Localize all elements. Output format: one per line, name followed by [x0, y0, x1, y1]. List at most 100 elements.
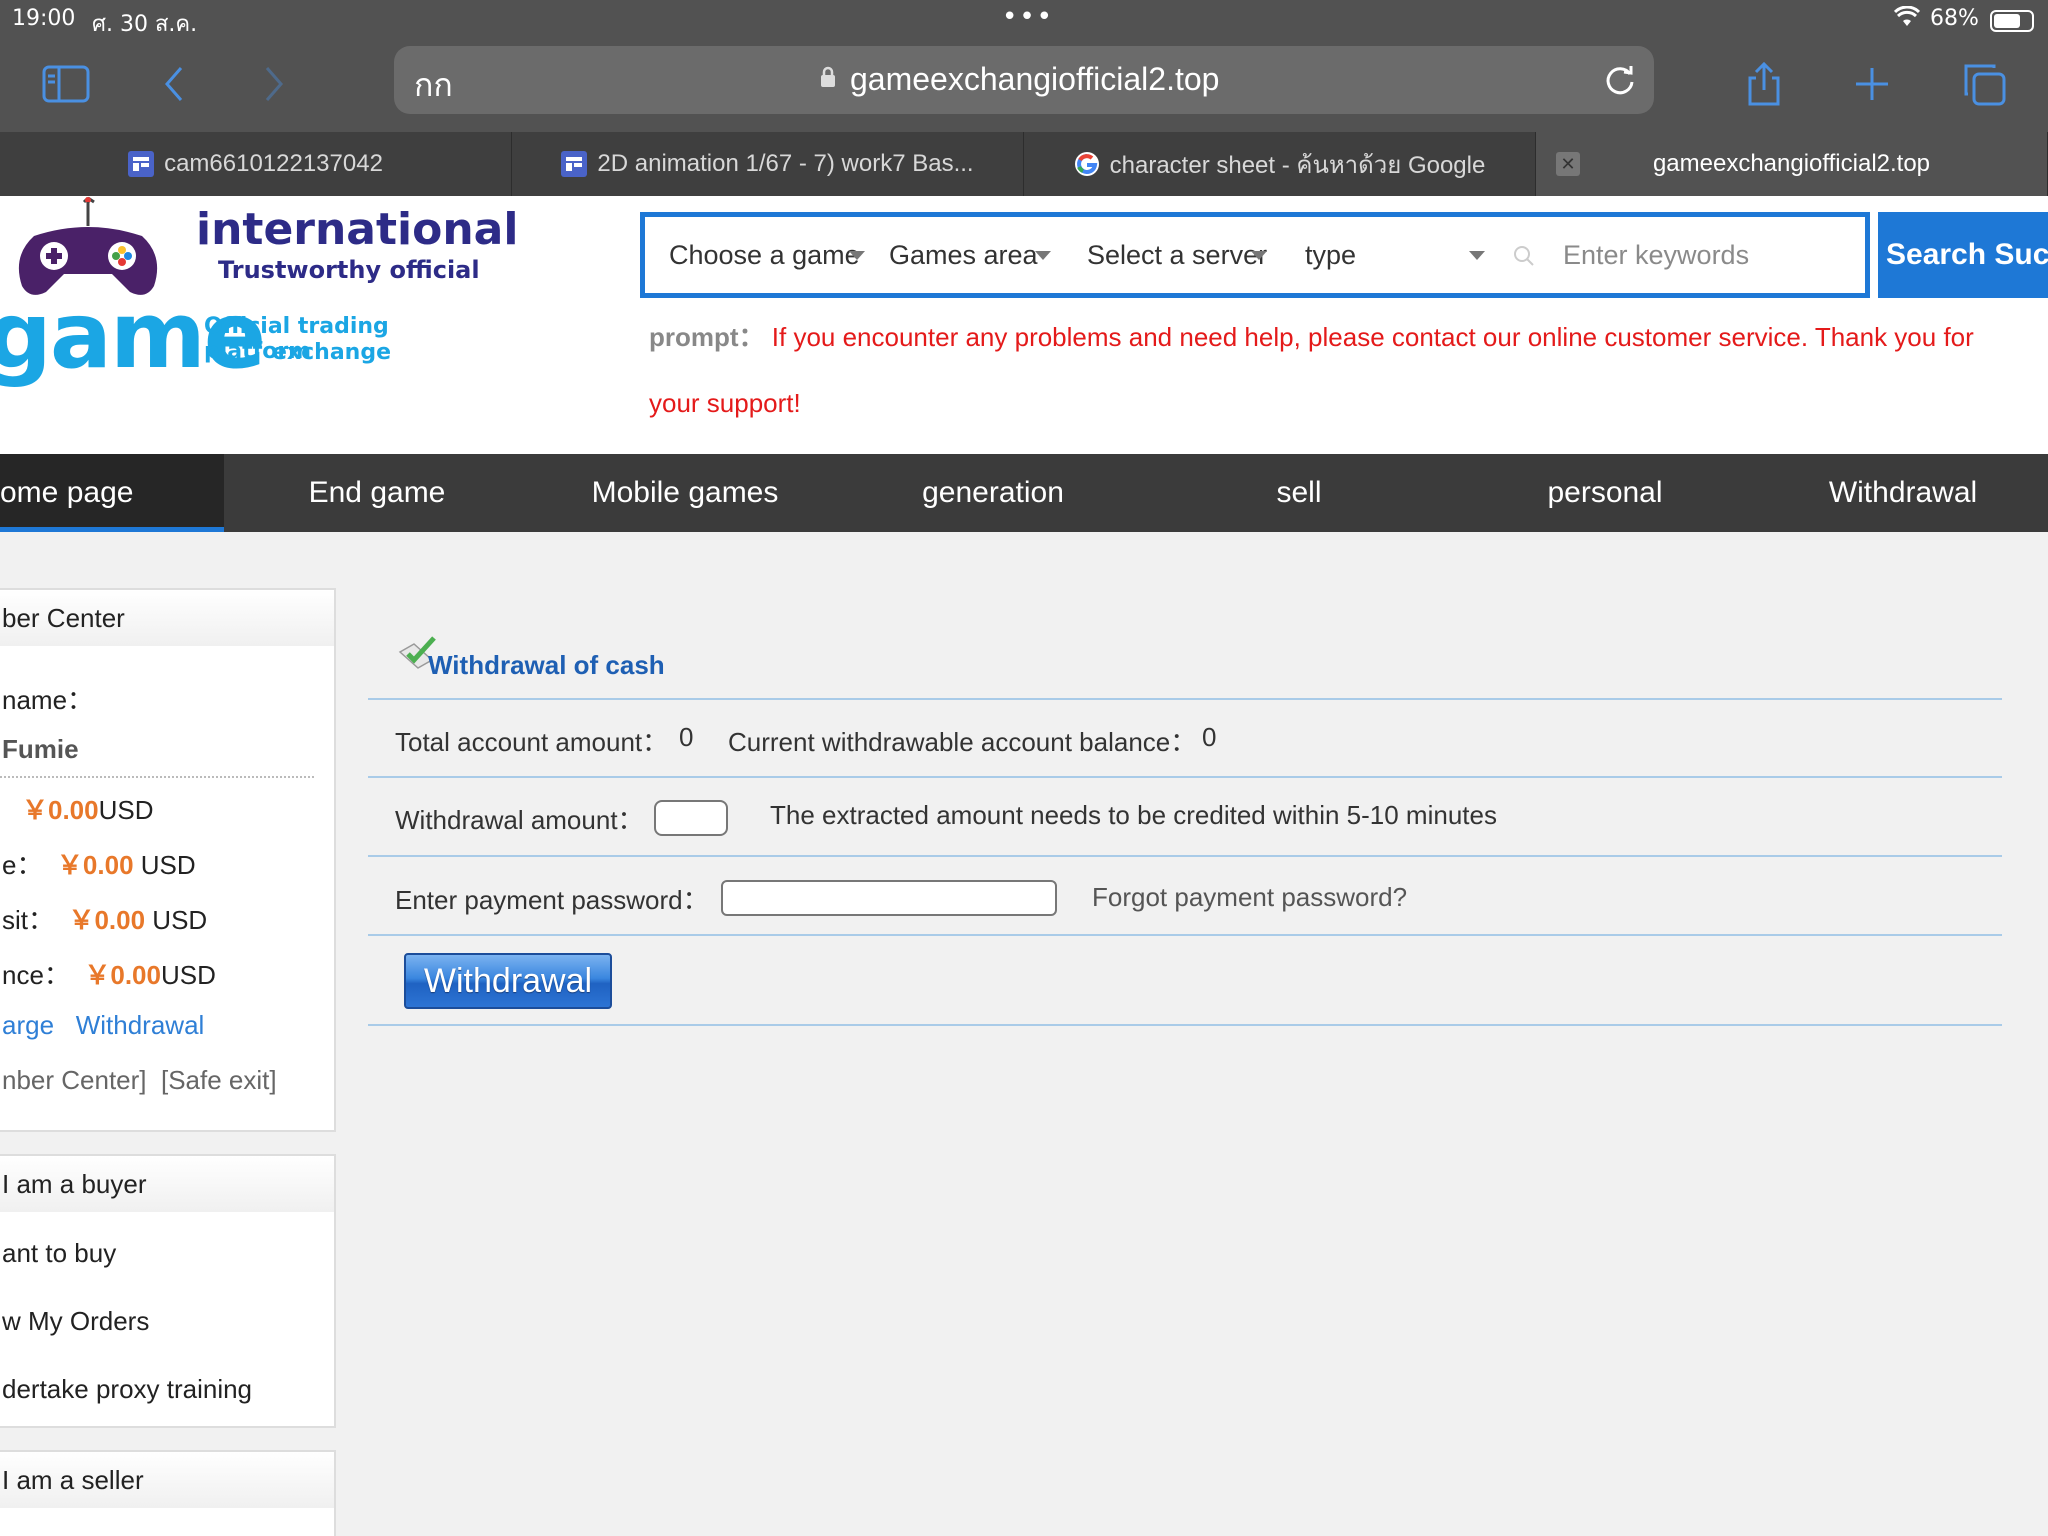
nav-personal[interactable]: personal	[1452, 454, 1758, 532]
select-server-select[interactable]: Select a server	[1087, 217, 1287, 293]
tab-cam[interactable]: cam6610122137042	[0, 132, 512, 196]
divider	[368, 855, 2002, 857]
divider	[368, 934, 2002, 936]
select-label: Choose a game	[669, 240, 860, 270]
balance-unit: USD	[98, 795, 154, 825]
divider	[368, 776, 2002, 778]
recharge-link[interactable]: arge	[2, 1010, 54, 1040]
logo-text-trustworthy: Trustworthy official	[218, 256, 480, 284]
search-button[interactable]: Search Suc	[1878, 212, 2048, 298]
withdrawable-balance-value: 0	[1202, 722, 1217, 752]
want-to-buy-link[interactable]: ant to buy	[2, 1238, 116, 1269]
username-value: Fumie	[2, 734, 79, 764]
sidebar-toggle-icon[interactable]	[36, 54, 96, 114]
main-nav: ome page End game Mobile games generatio…	[0, 454, 2048, 532]
tab-gameexchange[interactable]: ✕ gameexchangiofficial2.top	[1536, 132, 2048, 196]
divider	[368, 1024, 2002, 1026]
tab-character-sheet[interactable]: character sheet - ค้นหาด้วย Google	[1024, 132, 1536, 196]
frozen-label: e：	[2, 850, 43, 880]
deposit-row: sit： ￥0.00 USD	[2, 900, 207, 937]
forms-favicon-icon	[128, 151, 155, 177]
tab-bar: cam6610122137042 2D animation 1/67 - 7) …	[0, 132, 2048, 196]
member-center-title: ber Center	[0, 590, 334, 646]
new-tab-icon[interactable]	[1842, 54, 1902, 114]
site-logo[interactable]: international Trustworthy official game …	[0, 196, 518, 396]
payment-password-input[interactable]	[721, 880, 1057, 916]
withdrawal-title: Withdrawal of cash	[428, 650, 665, 680]
divider	[368, 698, 2002, 700]
available-balance-unit: USD	[160, 960, 216, 990]
frozen-unit: USD	[133, 850, 196, 880]
balance-value: ￥0.00	[22, 795, 99, 825]
buyer-title: I am a buyer	[0, 1156, 334, 1212]
dropdown-arrow-icon	[849, 251, 865, 260]
logo-text-exchange: exchange	[272, 340, 391, 365]
tabs-overview-icon[interactable]	[1954, 54, 2014, 114]
withdrawal-amount-input[interactable]	[654, 800, 728, 836]
available-balance-value: ￥0.00	[84, 960, 161, 990]
member-center-panel: ber Center name： Fumie ￥0.00USD e： ￥0.00…	[0, 588, 336, 1132]
deposit-label: sit：	[2, 905, 55, 935]
nav-end-game[interactable]: End game	[224, 454, 530, 532]
status-bar: 19:00 ศ. 30 ส.ค. ••• 68%	[0, 0, 2048, 40]
total-amount-label: Total account amount：	[395, 727, 669, 757]
help-prompt: prompt： If you encounter any problems an…	[649, 304, 1979, 436]
dropdown-arrow-icon	[1469, 251, 1485, 260]
prompt-label: prompt：	[649, 322, 765, 352]
buyer-panel: I am a buyer ant to buy w My Orders dert…	[0, 1154, 336, 1428]
seller-panel: I am a seller	[0, 1450, 336, 1536]
games-area-select[interactable]: Games area	[889, 217, 1059, 293]
nav-withdrawal[interactable]: Withdrawal	[1758, 454, 2048, 532]
forms-favicon-icon	[561, 151, 588, 177]
withdrawal-submit-button[interactable]: Withdrawal	[404, 953, 612, 1009]
multitasking-dots-icon[interactable]: •••	[1002, 2, 1054, 32]
select-label: Games area	[889, 240, 1038, 270]
google-favicon-icon	[1074, 152, 1099, 176]
withdrawal-link[interactable]: Withdrawal	[76, 1010, 205, 1040]
member-center-link[interactable]: nber Center]	[2, 1065, 147, 1095]
seller-title: I am a seller	[0, 1452, 334, 1508]
divider	[0, 776, 314, 778]
logo-text-international: international	[196, 204, 519, 255]
forgot-password-link[interactable]: Forgot payment password?	[1092, 882, 1407, 913]
type-select[interactable]: type	[1305, 217, 1495, 293]
battery-icon	[1990, 10, 2034, 32]
nav-home-page[interactable]: ome page	[0, 454, 224, 532]
share-icon[interactable]	[1734, 54, 1794, 114]
lock-icon	[821, 66, 835, 87]
deposit-unit: USD	[145, 905, 208, 935]
tab-label: cam6610122137042	[164, 150, 383, 177]
balance-row: ￥0.00USD	[22, 790, 154, 827]
withdrawal-amount-label: Withdrawal amount：	[395, 805, 644, 835]
payment-password-label: Enter payment password：	[395, 885, 709, 915]
nav-generation[interactable]: generation	[840, 454, 1146, 532]
keyword-search-input[interactable]	[1533, 227, 1863, 283]
url-text[interactable]: gameexchangiofficial2.top	[850, 61, 1219, 98]
status-time: 19:00	[12, 6, 76, 31]
choose-game-select[interactable]: Choose a game	[669, 217, 869, 293]
member-links-row: nber Center] [Safe exit]	[2, 1065, 277, 1096]
withdrawal-amount-note: The extracted amount needs to be credite…	[770, 800, 1497, 830]
nav-sell[interactable]: sell	[1146, 454, 1452, 532]
tab-label: character sheet - ค้นหาด้วย Google	[1109, 151, 1486, 179]
address-bar[interactable]: กก gameexchangiofficial2.top	[394, 46, 1654, 114]
nav-mobile-games[interactable]: Mobile games	[530, 454, 840, 532]
search-icon	[1514, 246, 1534, 266]
dropdown-arrow-icon	[1035, 251, 1051, 260]
view-my-orders-link[interactable]: w My Orders	[2, 1306, 149, 1337]
safe-exit-link[interactable]: [Safe exit]	[161, 1065, 277, 1095]
status-date: ศ. 30 ส.ค.	[92, 12, 198, 37]
proxy-training-link[interactable]: dertake proxy training	[2, 1374, 252, 1405]
back-icon[interactable]	[144, 54, 204, 114]
available-balance-row: nce： ￥0.00USD	[2, 955, 216, 992]
close-tab-icon[interactable]: ✕	[1556, 152, 1580, 176]
select-label: Select a server	[1087, 240, 1268, 270]
dropdown-arrow-icon	[1251, 251, 1267, 260]
tab-2d-animation[interactable]: 2D animation 1/67 - 7) work7 Bas...	[512, 132, 1024, 196]
site-header: international Trustworthy official game …	[0, 196, 2048, 454]
reload-icon[interactable]	[1602, 62, 1638, 98]
forward-icon[interactable]	[244, 54, 304, 114]
search-panel: Choose a game Games area Select a server…	[640, 212, 1870, 298]
reader-mode-button[interactable]: กก	[414, 60, 453, 111]
withdrawable-balance-label: Current withdrawable account balance：	[728, 727, 1197, 757]
